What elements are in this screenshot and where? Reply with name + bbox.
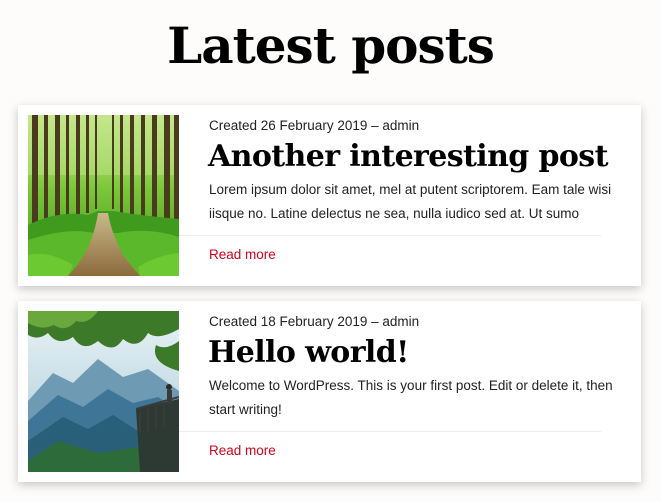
post-meta: Created 18 February 2019 – admin xyxy=(209,314,420,329)
divider xyxy=(179,431,601,432)
post-thumbnail-mountain-valley[interactable] xyxy=(28,311,179,472)
post-title-link[interactable]: Hello world! xyxy=(208,333,409,373)
divider xyxy=(179,235,601,236)
read-more-link[interactable]: Read more xyxy=(209,246,276,264)
post-card: Created 26 February 2019 – admin Another… xyxy=(18,105,641,286)
mountain-valley-image xyxy=(28,311,179,472)
post-excerpt: Lorem ipsum dolor sit amet, mel at puten… xyxy=(209,182,612,221)
post-meta: Created 26 February 2019 – admin xyxy=(209,118,420,133)
post-title-link[interactable]: Another interesting post xyxy=(208,137,608,177)
post-card: Created 18 February 2019 – admin Hello w… xyxy=(18,301,641,482)
post-thumbnail-forest-path[interactable] xyxy=(28,115,179,276)
page-title: Latest posts xyxy=(167,16,495,75)
post-excerpt: Welcome to WordPress. This is your first… xyxy=(209,378,613,417)
read-more-link[interactable]: Read more xyxy=(209,442,276,460)
forest-path-image xyxy=(28,115,179,276)
